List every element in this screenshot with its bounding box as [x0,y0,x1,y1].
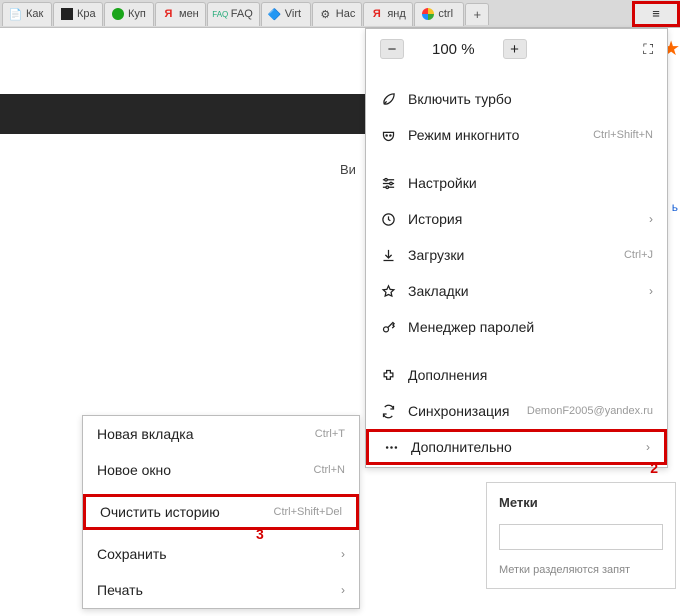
menu-label: Менеджер паролей [408,319,653,335]
tab-label: Как [26,8,43,20]
tab-strip: 📄 Как Кра Куп Я мен FAQ FAQ 🔷 Virt ⚙ Нас… [0,0,680,28]
tab-item[interactable]: Куп [104,2,154,26]
tab-item[interactable]: FAQ FAQ [207,2,260,26]
tab-label: FAQ [231,8,253,20]
favicon-pic-icon [421,8,434,21]
submenu-item-print[interactable]: Печать › [83,572,359,608]
tags-title: Метки [499,495,663,510]
puzzle-icon [380,368,396,383]
hamburger-icon: ≡ [652,6,660,21]
submenu-shortcut: Ctrl+N [314,464,345,476]
star-icon [380,284,396,299]
zoom-in-button[interactable]: + [503,39,527,59]
menu-sync-account: DemonF2005@yandex.ru [527,405,653,417]
download-icon [380,248,396,263]
tab-label: ctrl [438,8,453,20]
submenu-item-save[interactable]: Сохранить › [83,536,359,572]
menu-item-more[interactable]: Дополнительно › [366,429,667,465]
favicon-green-icon [111,8,124,21]
submenu-shortcut: Ctrl+Shift+Del [274,506,342,518]
main-menu-button[interactable]: ≡ [632,1,680,27]
tab-label: Кра [77,8,96,20]
tab-label: Нас [336,8,356,20]
zoom-controls: − 100 % + [380,39,527,59]
submenu-item-new-tab[interactable]: Новая вкладка Ctrl+T [83,416,359,452]
tags-panel: Метки Метки разделяются запят [486,482,676,589]
new-tab-button[interactable]: + [465,3,489,25]
tab-item[interactable]: 📄 Как [2,2,52,26]
chevron-right-icon: › [649,212,653,226]
submenu-shortcut: Ctrl+T [315,428,345,440]
menu-item-history[interactable]: История › [366,201,667,237]
submenu-label: Сохранить [97,546,341,562]
tab-label: мен [179,8,199,20]
chevron-right-icon: › [341,583,345,597]
tab-label: янд [387,8,405,20]
dots-icon [383,440,399,455]
menu-label: История [408,211,637,227]
submenu-item-new-window[interactable]: Новое окно Ctrl+N [83,452,359,488]
annotation-2: 2 [650,460,658,476]
page-dark-band [0,94,370,134]
menu-shortcut: Ctrl+J [624,249,653,261]
menu-label: Дополнительно [411,439,634,455]
menu-item-sync[interactable]: Синхронизация DemonF2005@yandex.ru [366,393,667,429]
menu-label: Настройки [408,175,653,191]
sliders-icon [380,176,396,191]
submenu-label: Печать [97,582,341,598]
menu-item-addons[interactable]: Дополнения [366,357,667,393]
favicon-gear-icon: ⚙ [319,8,332,21]
menu-item-passwords[interactable]: Менеджер паролей [366,309,667,345]
favicon-faq-icon: FAQ [214,8,227,21]
menu-label: Дополнения [408,367,653,383]
favicon-doc-icon: 📄 [9,8,22,21]
tab-label: Virt [285,8,301,20]
tab-item[interactable]: 🔷 Virt [261,2,311,26]
zoom-row: − 100 % + ⛶ [366,29,667,69]
zoom-out-button[interactable]: − [380,39,404,59]
rocket-icon [380,92,396,107]
page-fragment-text: Ви [340,162,356,177]
annotation-3: 3 [256,526,264,542]
zoom-value: 100 % [432,41,475,58]
tab-item[interactable]: Кра [53,2,103,26]
tab-item[interactable]: ⚙ Нас [312,2,363,26]
more-submenu: Новая вкладка Ctrl+T Новое окно Ctrl+N О… [82,415,360,609]
tab-item[interactable]: Я мен [155,2,206,26]
tab-label: Куп [128,8,146,20]
menu-shortcut: Ctrl+Shift+N [593,129,653,141]
menu-label: Синхронизация [408,403,515,419]
menu-item-turbo[interactable]: Включить турбо [366,81,667,117]
menu-item-bookmarks[interactable]: Закладки › [366,273,667,309]
submenu-label: Новая вкладка [97,426,315,442]
favicon-virt-icon: 🔷 [268,8,281,21]
chevron-right-icon: › [341,547,345,561]
page-fragment-link[interactable]: ь [672,200,678,214]
fullscreen-button[interactable]: ⛶ [643,41,653,58]
menu-label: Загрузки [408,247,612,263]
menu-label: Режим инкогнито [408,127,581,143]
main-menu: − 100 % + ⛶ Включить турбо Режим инкогни… [365,28,668,468]
favicon-yandex-icon: Я [370,8,383,21]
menu-item-settings[interactable]: Настройки [366,165,667,201]
menu-label: Включить турбо [408,91,653,107]
favicon-dark-icon [60,8,73,21]
tab-item[interactable]: ctrl [414,2,464,26]
favicon-yandex-icon: Я [162,8,175,21]
key-icon [380,320,396,335]
sync-icon [380,404,396,419]
clock-icon [380,212,396,227]
tags-note: Метки разделяются запят [499,564,663,576]
mask-icon [380,128,396,143]
menu-item-downloads[interactable]: Загрузки Ctrl+J [366,237,667,273]
tags-input[interactable] [499,524,663,550]
menu-label: Закладки [408,283,637,299]
submenu-label: Очистить историю [100,504,274,520]
submenu-label: Новое окно [97,462,314,478]
submenu-item-clear-history[interactable]: Очистить историю Ctrl+Shift+Del [83,494,359,530]
chevron-right-icon: › [649,284,653,298]
menu-item-incognito[interactable]: Режим инкогнито Ctrl+Shift+N [366,117,667,153]
tab-item[interactable]: Я янд [363,2,413,26]
chevron-right-icon: › [646,440,650,454]
